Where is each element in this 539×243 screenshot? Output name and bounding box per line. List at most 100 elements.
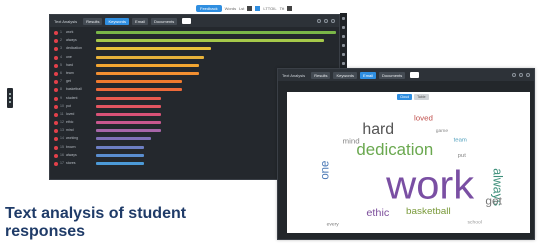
remove-icon[interactable] (54, 71, 58, 76)
table-icon[interactable] (255, 6, 261, 11)
cloud-word[interactable]: basketball (406, 206, 451, 217)
window-body: Cloud Table work dedication always hard one b… (278, 81, 534, 239)
frequency-bar (96, 112, 161, 116)
help-icon[interactable] (512, 73, 516, 77)
rank-number: 7 (60, 79, 62, 84)
grid-icon[interactable] (247, 6, 253, 11)
cloud-word[interactable]: get (485, 195, 502, 208)
tab-keywords[interactable]: Keywords (333, 71, 358, 79)
remove-icon[interactable] (54, 55, 58, 60)
word-label: mind (66, 128, 74, 133)
grip-icon (9, 101, 11, 103)
rank-number: 6 (60, 70, 62, 75)
cloud-word[interactable]: school (468, 220, 482, 226)
tab-email[interactable]: Email (132, 17, 149, 25)
tab-results[interactable]: Results (311, 71, 331, 79)
tab-documents[interactable]: Documents (151, 17, 178, 25)
word-label: brown (66, 144, 76, 149)
cloud-word[interactable]: one (318, 161, 331, 180)
frequency-bar (96, 104, 161, 108)
frequency-row[interactable]: 3 dedication (52, 45, 335, 53)
window-title: Text Analysis (54, 18, 78, 24)
tab-email[interactable]: Email (360, 71, 377, 79)
cloud-word[interactable]: work (385, 162, 475, 207)
menu-icon[interactable] (287, 6, 293, 11)
cloud-word[interactable]: loved (414, 114, 433, 123)
toolbar-item[interactable]: Ttt (280, 6, 285, 11)
frequency-bar (96, 121, 161, 125)
cloud-word[interactable]: every (327, 221, 340, 227)
word-label: hard (66, 62, 74, 67)
frequency-bar (96, 137, 152, 141)
remove-icon[interactable] (54, 129, 58, 134)
word-label: get (66, 79, 71, 84)
grip-icon (9, 93, 11, 95)
frequency-bar (96, 47, 212, 51)
remove-icon[interactable] (54, 162, 58, 166)
cloud-word[interactable]: put (458, 153, 467, 159)
remove-icon[interactable] (54, 39, 58, 44)
frequency-row[interactable]: 4 one (52, 54, 335, 62)
tool-icon[interactable] (342, 44, 345, 47)
cloud-word[interactable]: mind (343, 137, 360, 146)
tool-icon[interactable] (342, 62, 345, 65)
app-logo (410, 72, 420, 78)
toolbar-item[interactable]: LTTOIL (263, 6, 276, 11)
tab-results[interactable]: Results (83, 17, 103, 25)
remove-icon[interactable] (54, 145, 58, 150)
rank-number: 16 (60, 152, 64, 157)
frequency-row[interactable]: 1 work (52, 29, 336, 37)
rank-number: 17 (60, 161, 64, 165)
settings-icon[interactable] (519, 73, 523, 77)
cloud-word[interactable]: dedication (356, 140, 433, 159)
frequency-bar (96, 55, 204, 59)
remove-icon[interactable] (54, 137, 58, 142)
frequency-row[interactable]: 2 always (52, 37, 335, 45)
remove-icon[interactable] (54, 63, 58, 68)
word-label: team (66, 70, 74, 75)
grip-icon (9, 97, 11, 99)
cloud-word[interactable]: team (454, 138, 467, 144)
tab-documents[interactable]: Documents (379, 71, 406, 79)
window-header: Text Analysis Results Keywords Email Doc… (50, 15, 339, 27)
rank-number: 1 (60, 30, 62, 34)
rank-number: 5 (60, 62, 62, 67)
feedback-button[interactable]: Feedback (196, 5, 222, 12)
frequency-bar (96, 39, 324, 43)
help-icon[interactable] (317, 19, 321, 23)
word-label: always (66, 38, 77, 43)
close-icon[interactable] (526, 73, 530, 77)
remove-icon[interactable] (54, 88, 58, 93)
remove-icon[interactable] (54, 47, 58, 52)
remove-icon[interactable] (54, 112, 58, 117)
remove-icon[interactable] (54, 80, 58, 85)
tool-icon[interactable] (342, 26, 345, 29)
rank-number: 9 (60, 95, 62, 100)
word-label: working (66, 136, 79, 141)
frequency-bar (96, 63, 200, 67)
rank-number: 4 (60, 54, 62, 59)
remove-icon[interactable] (54, 121, 58, 126)
tool-icon[interactable] (342, 35, 345, 38)
cloud-word[interactable]: game (436, 129, 449, 134)
tool-icon[interactable] (342, 53, 345, 56)
cloud-word[interactable]: ethic (366, 207, 390, 219)
drag-handle[interactable] (7, 88, 13, 108)
settings-icon[interactable] (324, 19, 328, 23)
remove-icon[interactable] (54, 31, 58, 35)
remove-icon[interactable] (54, 96, 58, 101)
toolbar-item[interactable]: Lst (239, 6, 244, 11)
word-label: stores (66, 161, 76, 165)
remove-icon[interactable] (54, 153, 58, 158)
remove-icon[interactable] (54, 104, 58, 109)
cloud-word[interactable]: hard (362, 121, 394, 138)
word-label: dedication (66, 46, 82, 51)
close-icon[interactable] (331, 19, 335, 23)
tool-icon[interactable] (342, 17, 345, 20)
caption: Text analysis of student responses (5, 205, 187, 240)
word-label: student (66, 95, 78, 100)
tab-keywords[interactable]: Keywords (105, 17, 130, 25)
frequency-bar (96, 129, 161, 133)
rank-number: 14 (60, 136, 64, 141)
toolbar-item[interactable]: Words (225, 6, 236, 11)
